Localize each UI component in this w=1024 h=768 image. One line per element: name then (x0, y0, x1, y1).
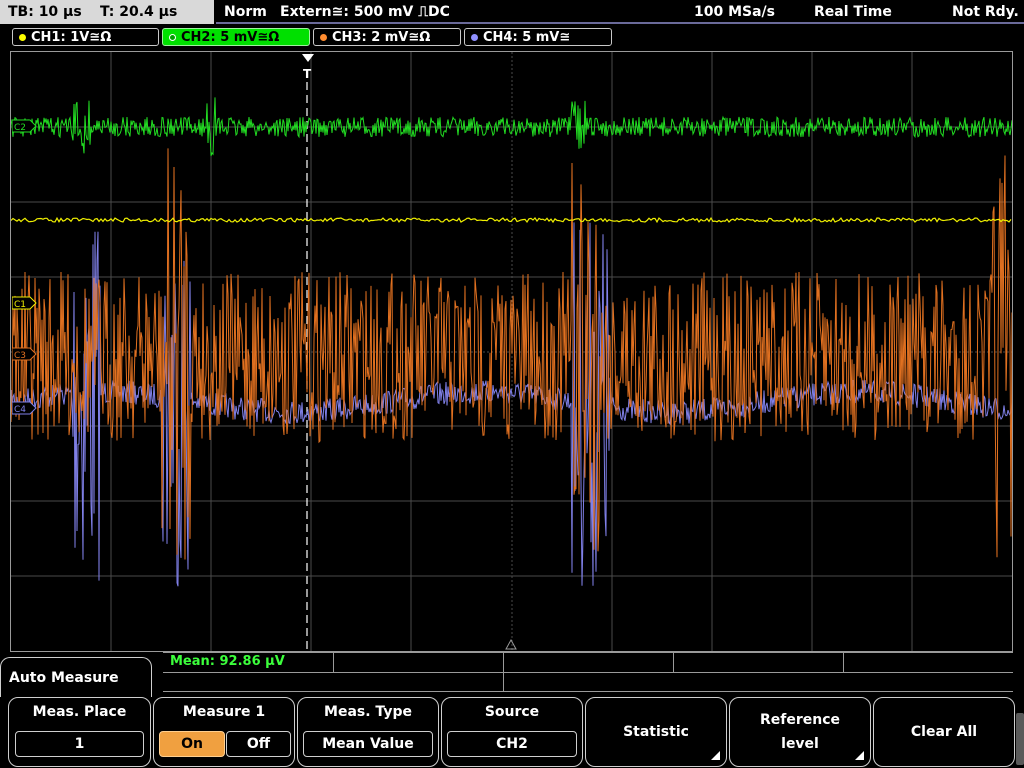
meas-type-value[interactable]: Mean Value (303, 731, 433, 757)
meas-type-title: Meas. Type (324, 704, 412, 720)
timebase-box[interactable]: TB: 10 µs T: 20.4 µs (0, 0, 214, 24)
submenu-corner-icon (711, 751, 720, 760)
meas-cell-4 (673, 653, 844, 672)
trigger-arrow-icon (302, 54, 314, 62)
meas-cell-3 (503, 653, 674, 672)
ch3-dot-icon (320, 34, 327, 41)
ch3-level-marker[interactable]: C3 (12, 347, 37, 361)
mean-readout: Mean: 92.86 µV (170, 654, 285, 669)
ch3-marker-text: C3 (14, 351, 26, 361)
ch1-dot-icon (19, 34, 26, 41)
trigger-position-marker[interactable]: T (300, 52, 316, 82)
acquisition-mode: Real Time (814, 4, 892, 20)
channel-tab-ch3[interactable]: CH3: 2 mV≅Ω (313, 28, 461, 46)
source-value[interactable]: CH2 (447, 731, 577, 757)
measure1-on-button[interactable]: On (159, 731, 225, 757)
meas-divider-v (503, 672, 504, 691)
statistic-label: Statistic (623, 724, 689, 740)
waveform-canvas (11, 52, 1012, 651)
source-key[interactable]: Source CH2 (441, 697, 583, 767)
run-status: Not Rdy. (952, 4, 1019, 20)
ch1-marker-text: C1 (14, 300, 26, 310)
ch4-marker-text: C4 (14, 405, 26, 415)
submenu-corner-icon (855, 751, 864, 760)
trigger-mode[interactable]: Norm (224, 0, 267, 24)
meas-cell-2 (333, 653, 504, 672)
menu-scroll-indicator[interactable] (1016, 713, 1024, 765)
sample-rate: 100 MSa/s (694, 4, 776, 20)
trigger-time-label: T: 20.4 µs (100, 4, 178, 20)
meas-place-key[interactable]: Meas. Place 1 (8, 697, 151, 767)
ch3-label: CH3: 2 mV≅Ω (332, 30, 431, 45)
ch1-label: CH1: 1V≅Ω (31, 30, 112, 45)
ch2-marker-text: C2 (14, 123, 26, 133)
measure1-key[interactable]: Measure 1 On Off (153, 697, 295, 767)
ch4-label: CH4: 5 mV≅ (483, 30, 571, 45)
meas-divider (163, 672, 1013, 673)
measure1-title: Measure 1 (182, 704, 266, 720)
reference-level-line2: level (781, 736, 819, 752)
meas-type-key[interactable]: Meas. Type Mean Value (297, 697, 439, 767)
meas-place-value[interactable]: 1 (15, 731, 144, 757)
center-position-icon (505, 639, 517, 650)
channel-tab-ch2[interactable]: CH2: 5 mV≅Ω (162, 28, 310, 46)
clear-all-label: Clear All (910, 724, 978, 740)
trigger-source[interactable]: Extern≅: 500 mV ⎍DC (280, 0, 450, 24)
channel-tab-ch1[interactable]: CH1: 1V≅Ω (12, 28, 159, 46)
clear-all-key[interactable]: Clear All (873, 697, 1015, 767)
reference-level-line1: Reference (759, 712, 841, 728)
ch2-label: CH2: 5 mV≅Ω (181, 30, 280, 45)
trigger-marker-text: T (303, 67, 312, 81)
channel-tab-ch4[interactable]: CH4: 5 mV≅ (464, 28, 612, 46)
channel-markers: C2 C1 C3 C4 (12, 119, 37, 415)
reference-level-key[interactable]: Reference level (729, 697, 871, 767)
status-bar: TB: 10 µs T: 20.4 µs Norm Extern≅: 500 m… (0, 0, 1024, 24)
ch4-dot-icon (471, 34, 478, 41)
menu-title: Auto Measure (0, 657, 152, 697)
ch2-dot-icon (169, 34, 176, 41)
measure1-off-button[interactable]: Off (226, 731, 291, 757)
status-bar-divider (216, 22, 1024, 24)
measurement-results (163, 652, 1013, 692)
ch2-level-marker[interactable]: C2 (12, 119, 37, 133)
ch4-level-marker[interactable]: C4 (12, 401, 37, 415)
timebase-label: TB: 10 µs (8, 4, 82, 20)
source-title: Source (484, 704, 540, 720)
waveform-display[interactable] (10, 51, 1013, 652)
meas-place-title: Meas. Place (32, 704, 127, 720)
ch1-trace (11, 216, 1012, 224)
statistic-key[interactable]: Statistic (585, 697, 727, 767)
ch1-level-marker[interactable]: C1 (12, 296, 37, 310)
